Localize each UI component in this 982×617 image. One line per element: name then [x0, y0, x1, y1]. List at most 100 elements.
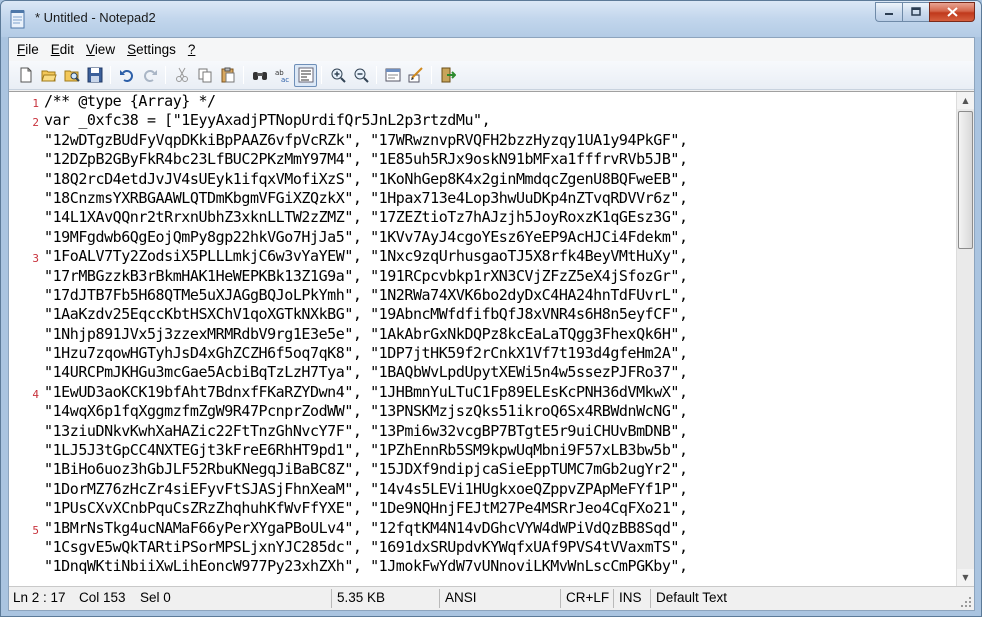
undo-icon [119, 70, 133, 82]
status-line-endings[interactable]: CR+LF [566, 590, 609, 605]
customize-button[interactable] [404, 64, 427, 87]
toolbar-separator [376, 66, 377, 84]
paste-button[interactable] [216, 64, 239, 87]
editor-line[interactable]: "12wDTgzBUdFyVqpDKkiBpPAAZ6vfpVcRZk", "1… [9, 131, 956, 150]
undo-button[interactable] [115, 64, 138, 87]
editor-line[interactable]: "1LJ5J3tGpCC4NXTEGjt3kFreE6RhHT9pd1", "1… [9, 441, 956, 460]
maximize-button[interactable] [902, 2, 929, 22]
editor-line[interactable]: 5 "1BMrNsTkg4ucNAMaF66yPerXYgaPBoULv4", "… [9, 519, 956, 538]
editor-line[interactable]: "13ziuDNkvKwhXaHAZic22FtTnzGhNvcY7F", "1… [9, 422, 956, 441]
editor-line[interactable]: "1Hzu7zqowHGTyhJsD4xGhZCZH6f5oq7qK8", "1… [9, 344, 956, 363]
text-editor[interactable]: 1/** @type {Array} */2 var _0xfc38 = ["1E… [9, 91, 974, 586]
scroll-up-icon: ▲ [962, 96, 969, 105]
editor-line[interactable]: "1BiHo6uoz3hGbJLF52RbuKNegqJiBaBC8Z", "1… [9, 460, 956, 479]
exit-icon [441, 67, 456, 83]
menu-view-label: iew [94, 42, 116, 57]
menu-view[interactable]: View [80, 40, 121, 59]
browse-button[interactable] [60, 64, 83, 87]
editor-line[interactable]: "19MFgdwb6QgEojQmPy8gp22hkVGo7HjJa5", "1… [9, 228, 956, 247]
editor-line[interactable]: 2 var _0xfc38 = ["1EyyAxadjPTNopUrdifQr5J… [9, 111, 956, 130]
status-column: Col 153 [79, 590, 126, 605]
editor-line[interactable]: "14URCPmJKHGu3mcGae5AcbiBqTzLzH7Tya", "1… [9, 363, 956, 382]
zoom-in-button[interactable] [326, 64, 349, 87]
editor-line[interactable]: "18CnzmsYXRBGAAWLQTDmKbgmVFGiXZQzkX", "1… [9, 189, 956, 208]
toolbar: ab ac [9, 61, 974, 90]
editor-line[interactable]: "18Q2rcD4etdJvJV4sUEyk1ifqxVMofiXzS", "1… [9, 170, 956, 189]
minimize-icon [885, 13, 893, 15]
line-text: "1FoALV7Ty2ZodsiX5PLLLmkjC6w3vYaYEW", "1… [44, 247, 688, 266]
status-divider [331, 589, 332, 608]
zoom-out-button[interactable] [349, 64, 372, 87]
close-icon [946, 7, 958, 17]
editor-line[interactable]: "1PUsCXvXCnbPquCsZRzZhqhuhKfWvFfYXE", "1… [9, 499, 956, 518]
cut-button[interactable] [170, 64, 193, 87]
save-button[interactable] [83, 64, 106, 87]
copy-button[interactable] [193, 64, 216, 87]
line-text: "14L1XAvQQnr2tRrxnUbhZ3xknLLTW2zZMZ", "1… [44, 208, 688, 227]
find-button[interactable] [248, 64, 271, 87]
line-text: "17dJTB7Fb5H68QTMe5uXJAGgBQJoLPkYmh", "1… [44, 285, 688, 304]
editor-line[interactable]: "12DZpB2GByFkR4bc23LfBUC2PKzMmY97M4", "1… [9, 150, 956, 169]
editor-line[interactable]: "14L1XAvQQnr2tRrxnUbhZ3xknLLTW2zZMZ", "1… [9, 208, 956, 227]
redo-button[interactable] [138, 64, 161, 87]
status-selection: Sel 0 [140, 590, 171, 605]
editor-line[interactable]: "1DnqWKtiNbiiXwLihEoncW977Py23xhZXh", "1… [9, 557, 956, 576]
scheme-icon [385, 68, 400, 82]
toolbar-separator [165, 66, 166, 84]
title-bar[interactable]: * Untitled - Notepad2 [1, 1, 981, 37]
line-text: "1Nhjp891JVx5j3zzexMRMRdbV9rg1E3e5e", "1… [44, 324, 688, 343]
editor-line[interactable]: "17rMBGzzkB3rBkmHAK1HeWEPKBk13Z1G9a", "1… [9, 267, 956, 286]
replace-button[interactable]: ab ac [271, 64, 294, 87]
editor-line[interactable]: 4 "1EwUD3aoKCK19bfAht7BdnxfFKaRZYDwn4", "… [9, 383, 956, 402]
open-button[interactable] [37, 64, 60, 87]
scroll-down-button[interactable]: ▼ [957, 569, 974, 586]
editor-line[interactable]: "1DorMZ76zHcZr4siEFyvFtSJASjFhnXeaM", "1… [9, 480, 956, 499]
menu-settings-label: ettings [136, 42, 176, 57]
toolbar-separator [321, 66, 322, 84]
resize-grip-icon[interactable] [960, 596, 972, 608]
editor-line[interactable]: 3 "1FoALV7Ty2ZodsiX5PLLLmkjC6w3vYaYEW", "… [9, 247, 956, 266]
paste-icon [221, 67, 234, 83]
editor-line[interactable]: 1/** @type {Array} */ [9, 92, 956, 111]
client-area: File Edit View Settings ? ab ac 1 /** @t… [8, 37, 975, 611]
minimize-button[interactable] [875, 2, 902, 22]
menu-edit-label: dit [59, 42, 75, 57]
toolbar-separator [431, 66, 432, 84]
line-text: "1DnqWKtiNbiiXwLihEoncW977Py23xhZXh", "1… [44, 557, 688, 576]
editor-line[interactable]: "1CsgvE5wQkTARtiPSorMPSLjxnYJC285dc", "1… [9, 538, 956, 557]
line-text: "19MFgdwb6QgEojQmPy8gp22hkVGo7HjJa5", "1… [44, 227, 688, 246]
menu-edit[interactable]: Edit [45, 40, 80, 59]
editor-line[interactable]: "1AaKzdv25EqccKbtHSXChV1qoXGTkNXkBG", "1… [9, 305, 956, 324]
exit-button[interactable] [436, 64, 459, 87]
editor-line[interactable]: "1Nhjp891JVx5j3zzexMRMRdbV9rg1E3e5e", "1… [9, 325, 956, 344]
menu-file[interactable]: File [11, 40, 45, 59]
menu-help[interactable]: ? [182, 40, 202, 59]
word-wrap-button[interactable] [294, 63, 317, 87]
status-scheme[interactable]: Default Text [656, 590, 727, 605]
zoom-out-icon [354, 68, 369, 83]
status-divider [560, 589, 561, 608]
toolbar-separator [110, 66, 111, 84]
menu-help-mnemonic: ? [187, 42, 196, 57]
line-text: "1Hzu7zqowHGTyhJsD4xGhZCZH6f5oq7qK8", "1… [44, 344, 688, 363]
line-text: "1BiHo6uoz3hGbJLF52RbuKNegqJiBaBC8Z", "1… [44, 460, 688, 479]
status-divider [613, 589, 614, 608]
vertical-scrollbar[interactable]: ▲ ▼ [956, 92, 974, 586]
cut-icon [175, 67, 188, 82]
scroll-up-button[interactable]: ▲ [957, 92, 974, 109]
line-text: "13ziuDNkvKwhXaHAZic22FtTnzGhNvcY7F", "1… [44, 421, 688, 440]
word-wrap-icon [298, 67, 313, 83]
scheme-button[interactable] [381, 64, 404, 87]
close-button[interactable] [929, 2, 975, 22]
menu-settings[interactable]: Settings [121, 40, 182, 59]
status-encoding[interactable]: ANSI [445, 590, 477, 605]
line-text: "12wDTgzBUdFyVqpDKkiBpPAAZ6vfpVcRZk", "1… [44, 130, 688, 149]
replace-icon: abac [275, 69, 289, 83]
editor-lines: 1/** @type {Array} */2 var _0xfc38 = ["1E… [9, 92, 956, 586]
scroll-thumb[interactable] [958, 111, 973, 249]
toolbar-separator [243, 66, 244, 84]
line-text: "1AaKzdv25EqccKbtHSXChV1qoXGTkNXkBG", "1… [44, 305, 688, 324]
editor-line[interactable]: "17dJTB7Fb5H68QTMe5uXJAGgBQJoLPkYmh", "1… [9, 286, 956, 305]
editor-line[interactable]: "14wqX6p1fqXggmzfmZgW9R47PcnprZodWW", "1… [9, 402, 956, 421]
new-button[interactable] [14, 64, 37, 87]
